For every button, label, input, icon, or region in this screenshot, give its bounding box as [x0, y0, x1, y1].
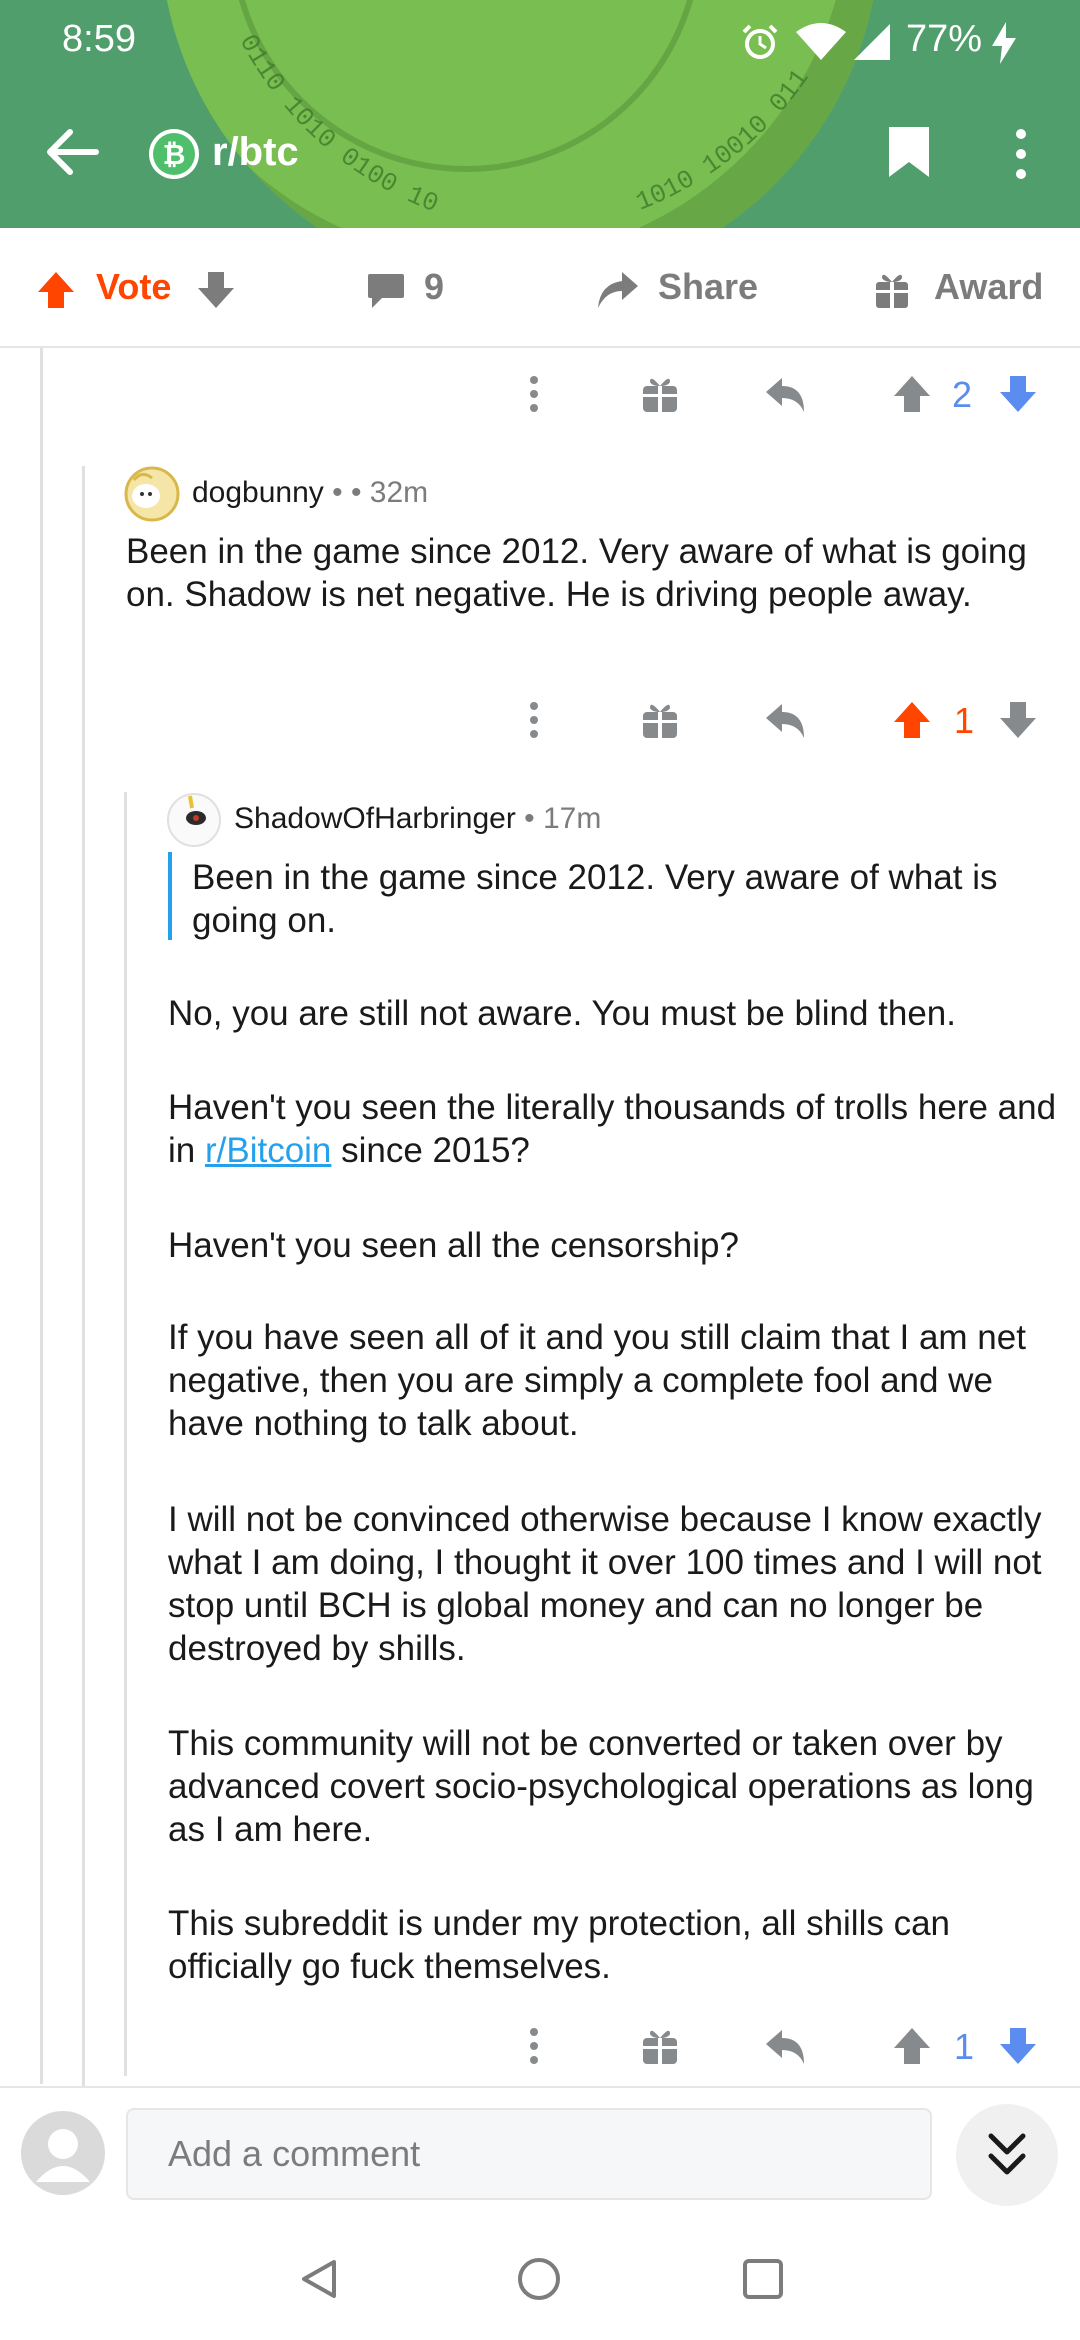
wifi-icon: [796, 23, 846, 60]
gift-icon[interactable]: [638, 698, 682, 742]
reply-icon[interactable]: [764, 698, 808, 742]
subreddit-link[interactable]: r/Bitcoin: [205, 1131, 331, 1170]
status-time: 8:59: [62, 18, 136, 60]
more-options-icon[interactable]: [512, 698, 556, 742]
downvote-icon[interactable]: [996, 372, 1040, 416]
reply-icon[interactable]: [764, 2024, 808, 2068]
comment-icon[interactable]: [366, 272, 406, 310]
avatar-icon[interactable]: [20, 2110, 106, 2196]
back-arrow-icon[interactable]: [44, 128, 100, 176]
award-button[interactable]: Award: [934, 266, 1043, 308]
coin-text-1: 0110 1010 0100 10: [233, 29, 443, 219]
downvote-icon[interactable]: [996, 2024, 1040, 2068]
thread-line-level-2[interactable]: [82, 466, 85, 2086]
upvote-icon[interactable]: [890, 2024, 934, 2068]
comment-paragraph: Haven't you seen the literally thousands…: [168, 1086, 1068, 1172]
nav-recents-icon[interactable]: [740, 2256, 786, 2302]
user-avatar[interactable]: [166, 792, 222, 848]
coin-text-2: 1010 10010 011: [632, 64, 816, 218]
nav-home-icon[interactable]: [516, 2256, 562, 2302]
svg-text:0110 1010 0100 10: 0110 1010 0100 10: [233, 29, 443, 219]
paragraph-text: since 2015?: [331, 1131, 530, 1170]
battery-percent: 77%: [906, 18, 983, 60]
upvote-icon[interactable]: [36, 270, 76, 310]
gift-icon[interactable]: [638, 2024, 682, 2068]
collapse-icon: [988, 2133, 1026, 2175]
vote-label: Vote: [96, 266, 172, 307]
subreddit-title[interactable]: r/btc: [212, 130, 299, 175]
signal-icon: [854, 24, 890, 60]
share-button[interactable]: Share: [658, 266, 758, 308]
comment-paragraph: I will not be convinced otherwise becaus…: [168, 1500, 1042, 1668]
quote-bar: [168, 852, 172, 940]
alarm-icon: [742, 24, 778, 59]
comment-author[interactable]: ShadowOfHarbringer: [234, 802, 516, 835]
add-comment-input[interactable]: Add a comment: [126, 2108, 932, 2200]
reply-icon[interactable]: [764, 372, 808, 416]
comment-paragraph: Haven't you seen all the censorship?: [168, 1226, 739, 1265]
more-options-icon[interactable]: [512, 372, 556, 416]
comment-meta: • 17m: [515, 802, 602, 835]
post-action-bar: Vote 9 Share Award: [0, 228, 1080, 348]
upvote-icon[interactable]: [890, 698, 934, 742]
comment-meta: • • 32m: [323, 476, 429, 509]
system-nav-bar: [0, 2212, 1080, 2340]
subreddit-header: 0110 1010 0100 10 1010 10010 011 8:59 77…: [0, 0, 1080, 228]
comment-paragraph: If you have seen all of it and you still…: [168, 1318, 1026, 1443]
bitcoin-icon: ₿: [149, 129, 199, 179]
share-icon[interactable]: [596, 270, 640, 310]
comment-author[interactable]: dogbunny: [192, 476, 324, 509]
gift-icon[interactable]: [638, 372, 682, 416]
more-options-icon[interactable]: [512, 2024, 556, 2068]
comment-paragraph: This community will not be converted or …: [168, 1724, 1034, 1849]
downvote-icon[interactable]: [996, 698, 1040, 742]
comment-paragraph: This subreddit is under my protection, a…: [168, 1904, 951, 1986]
upvote-icon[interactable]: [890, 372, 934, 416]
comment-composer-bar: Add a comment: [0, 2086, 1080, 2214]
thread-line-level-3[interactable]: [124, 792, 127, 2076]
overflow-menu-icon[interactable]: [1006, 126, 1036, 182]
charging-icon: [992, 22, 1016, 64]
comment-count[interactable]: 9: [424, 266, 444, 308]
comment-score: 2: [952, 374, 973, 415]
comment-score: 1: [954, 2026, 975, 2067]
user-avatar[interactable]: [124, 466, 180, 522]
svg-text:₿: ₿: [163, 139, 186, 170]
comment-paragraph: No, you are still not aware. You must be…: [168, 994, 956, 1033]
nav-back-icon[interactable]: [296, 2256, 342, 2302]
comment-score: 1: [954, 700, 975, 741]
thread-line-level-1[interactable]: [40, 348, 43, 2084]
bookmark-icon[interactable]: [886, 124, 932, 180]
gift-icon[interactable]: [874, 270, 910, 310]
quoted-text: Been in the game since 2012. Very aware …: [192, 858, 998, 940]
collapse-thread-button[interactable]: [956, 2104, 1058, 2206]
comment-body: Been in the game since 2012. Very aware …: [126, 532, 1027, 614]
svg-text:1010 10010 011: 1010 10010 011: [632, 64, 816, 218]
downvote-icon[interactable]: [196, 270, 236, 310]
